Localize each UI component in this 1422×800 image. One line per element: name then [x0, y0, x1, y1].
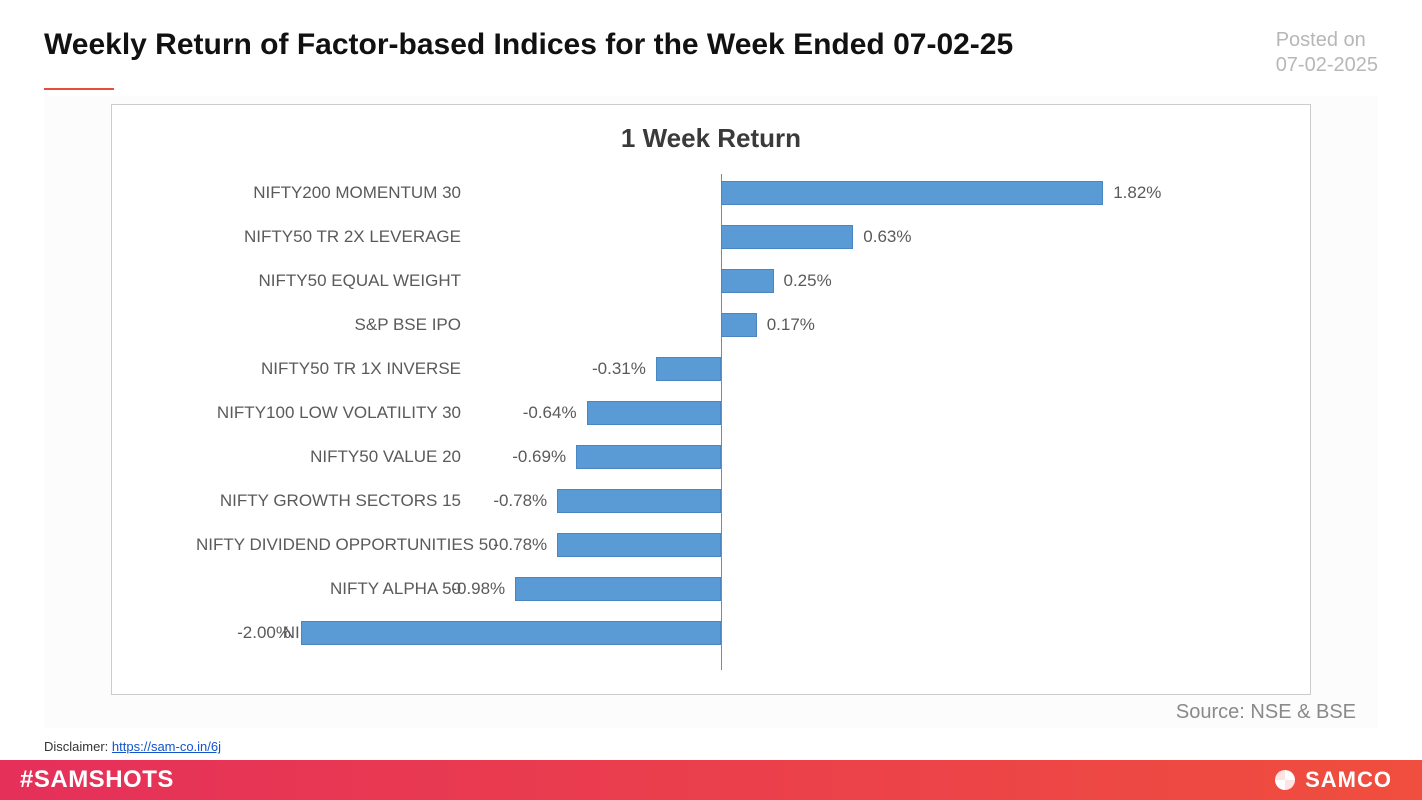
title-underline: [44, 88, 114, 90]
bar-category-label: NIFTY100 LOW VOLATILITY 30: [196, 403, 461, 423]
bar: [557, 533, 721, 557]
footer-bar: #SAMSHOTS SAMCO: [0, 760, 1422, 800]
bar-row: NIFTY GROWTH SECTORS 15 -0.78%: [196, 488, 1246, 514]
bar-row: S&P BSE IPO 0.17%: [196, 312, 1246, 338]
chart-plot-area: NIFTY200 MOMENTUM 30 1.82% NIFTY50 TR 2X L…: [196, 174, 1246, 670]
posted-block: Posted on 07-02-2025: [1276, 28, 1378, 78]
page-title: Weekly Return of Factor-based Indices fo…: [44, 28, 1013, 62]
bar: [301, 621, 721, 645]
bar: [721, 313, 757, 337]
posted-date: 07-02-2025: [1276, 53, 1378, 78]
bar-row: NIFTY50 VALUE 20 -0.69%: [196, 444, 1246, 470]
bar-row: NIFTY ALPHA 50-0.98%: [196, 576, 1246, 602]
bar-category-label: NIFTY50 VALUE 20: [196, 447, 461, 467]
bar-category-label: NIFTY ALPHA 50: [196, 579, 461, 599]
bar-row: NIFTY50 TR 2X LEVERAGE 0.63%: [196, 224, 1246, 250]
bar: [557, 489, 721, 513]
bar: [721, 269, 774, 293]
bar-row: NIFTY200 MOMENTUM 30 1.82%: [196, 180, 1246, 206]
bar-value-label: 0.63%: [863, 227, 911, 247]
bar-category-label: NIFTY200 MOMENTUM 30: [196, 183, 461, 203]
bar-category-label: NIFTY GROWTH SECTORS 15: [196, 491, 461, 511]
bar-value-label: -0.64%: [523, 403, 577, 423]
bar: [587, 401, 721, 425]
bar: [656, 357, 721, 381]
bar: [721, 181, 1103, 205]
brand-block: SAMCO: [1273, 767, 1392, 793]
bar-value-label: 0.25%: [784, 271, 832, 291]
source-note: Source: NSE & BSE: [56, 695, 1366, 724]
bar-row: NIFTY50 TR 1X INVERSE -0.31%: [196, 356, 1246, 382]
disclaimer-label: Disclaimer:: [44, 739, 108, 754]
bar-value-label: -2.00%: [237, 623, 291, 643]
bar: [721, 225, 853, 249]
bar-category-label: NIFTY50 TR 2X LEVERAGE: [196, 227, 461, 247]
bar-category-label: NIFTY50 TR 1X INVERSE: [196, 359, 461, 379]
bar-row: NIFTY DIVIDEND OPPORTUNITIES 50 -0.78%: [196, 532, 1246, 558]
bar: [515, 577, 721, 601]
bar-value-label: -0.78%: [493, 491, 547, 511]
bar-category-label: NIFTY50 EQUAL WEIGHT: [196, 271, 461, 291]
bar-value-label: -0.78%: [493, 535, 547, 555]
bar-row: NIFTY200 QUALITY 30-2.00%: [196, 620, 1246, 646]
bar-value-label: 1.82%: [1113, 183, 1161, 203]
brand-pinwheel-icon: [1273, 768, 1297, 792]
bar-value-label: -0.98%: [451, 579, 505, 599]
chart-panel: 1 Week Return NIFTY200 MOMENTUM 301.82%N…: [44, 96, 1378, 728]
disclaimer: Disclaimer: https://sam-co.in/6j: [44, 739, 221, 754]
bar-row: NIFTY100 LOW VOLATILITY 30 -0.64%: [196, 400, 1246, 426]
bar-value-label: -0.69%: [512, 447, 566, 467]
bar-value-label: 0.17%: [767, 315, 815, 335]
bar: [576, 445, 721, 469]
footer-hashtag: #SAMSHOTS: [20, 766, 174, 794]
bar-category-label: NIFTY DIVIDEND OPPORTUNITIES 50: [196, 535, 461, 555]
bar-category-label: S&P BSE IPO: [196, 315, 461, 335]
chart-title: 1 Week Return: [136, 123, 1286, 154]
disclaimer-link[interactable]: https://sam-co.in/6j: [112, 739, 221, 754]
bar-row: NIFTY50 EQUAL WEIGHT 0.25%: [196, 268, 1246, 294]
brand-name: SAMCO: [1305, 767, 1392, 793]
bar-value-label: -0.31%: [592, 359, 646, 379]
posted-label: Posted on: [1276, 28, 1378, 53]
chart-box: 1 Week Return NIFTY200 MOMENTUM 301.82%N…: [111, 104, 1311, 695]
